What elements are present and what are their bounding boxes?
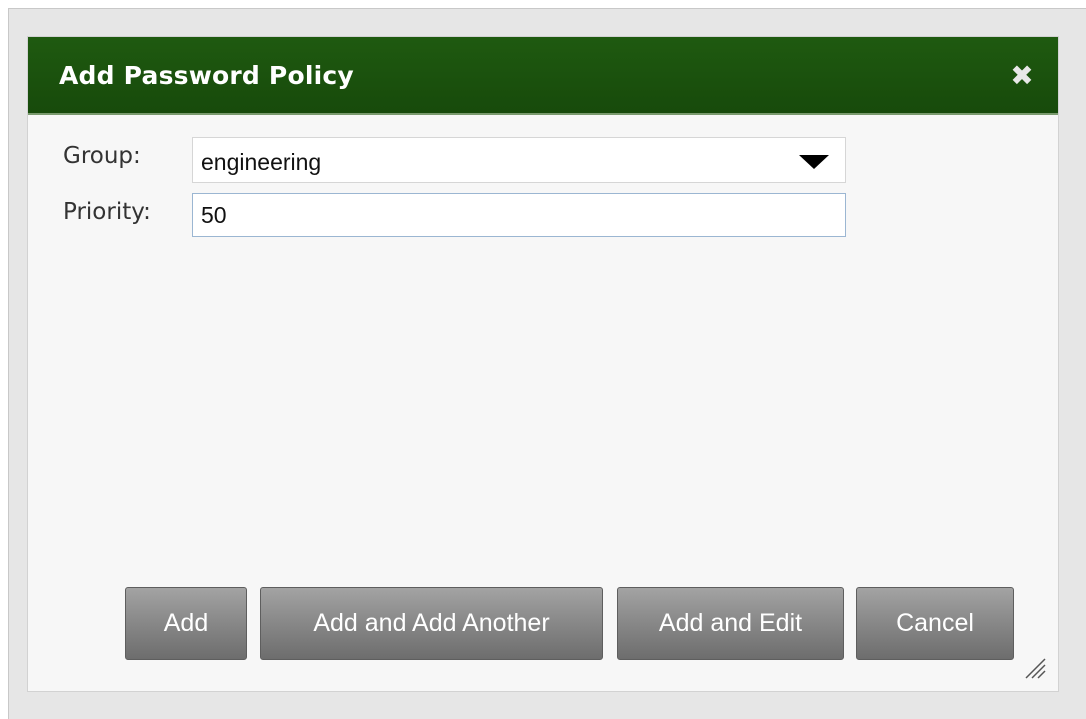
- add-and-edit-button[interactable]: Add and Edit: [617, 587, 844, 660]
- chevron-down-icon[interactable]: [799, 155, 829, 169]
- resize-handle-icon[interactable]: [1024, 657, 1046, 679]
- dialog-titlebar[interactable]: Add Password Policy ✖: [28, 37, 1058, 115]
- add-button[interactable]: Add: [125, 587, 247, 660]
- group-select-value: engineering: [201, 149, 322, 175]
- group-select[interactable]: engineering: [192, 137, 846, 183]
- priority-label: Priority:: [63, 199, 151, 225]
- cancel-button[interactable]: Cancel: [856, 587, 1014, 660]
- priority-input[interactable]: [192, 193, 846, 237]
- close-icon[interactable]: ✖: [1009, 62, 1035, 90]
- dialog-title: Add Password Policy: [59, 61, 354, 90]
- group-label: Group:: [63, 143, 141, 169]
- add-password-policy-dialog: Add Password Policy ✖ Group: engineering…: [27, 36, 1059, 692]
- add-and-add-another-button[interactable]: Add and Add Another: [260, 587, 603, 660]
